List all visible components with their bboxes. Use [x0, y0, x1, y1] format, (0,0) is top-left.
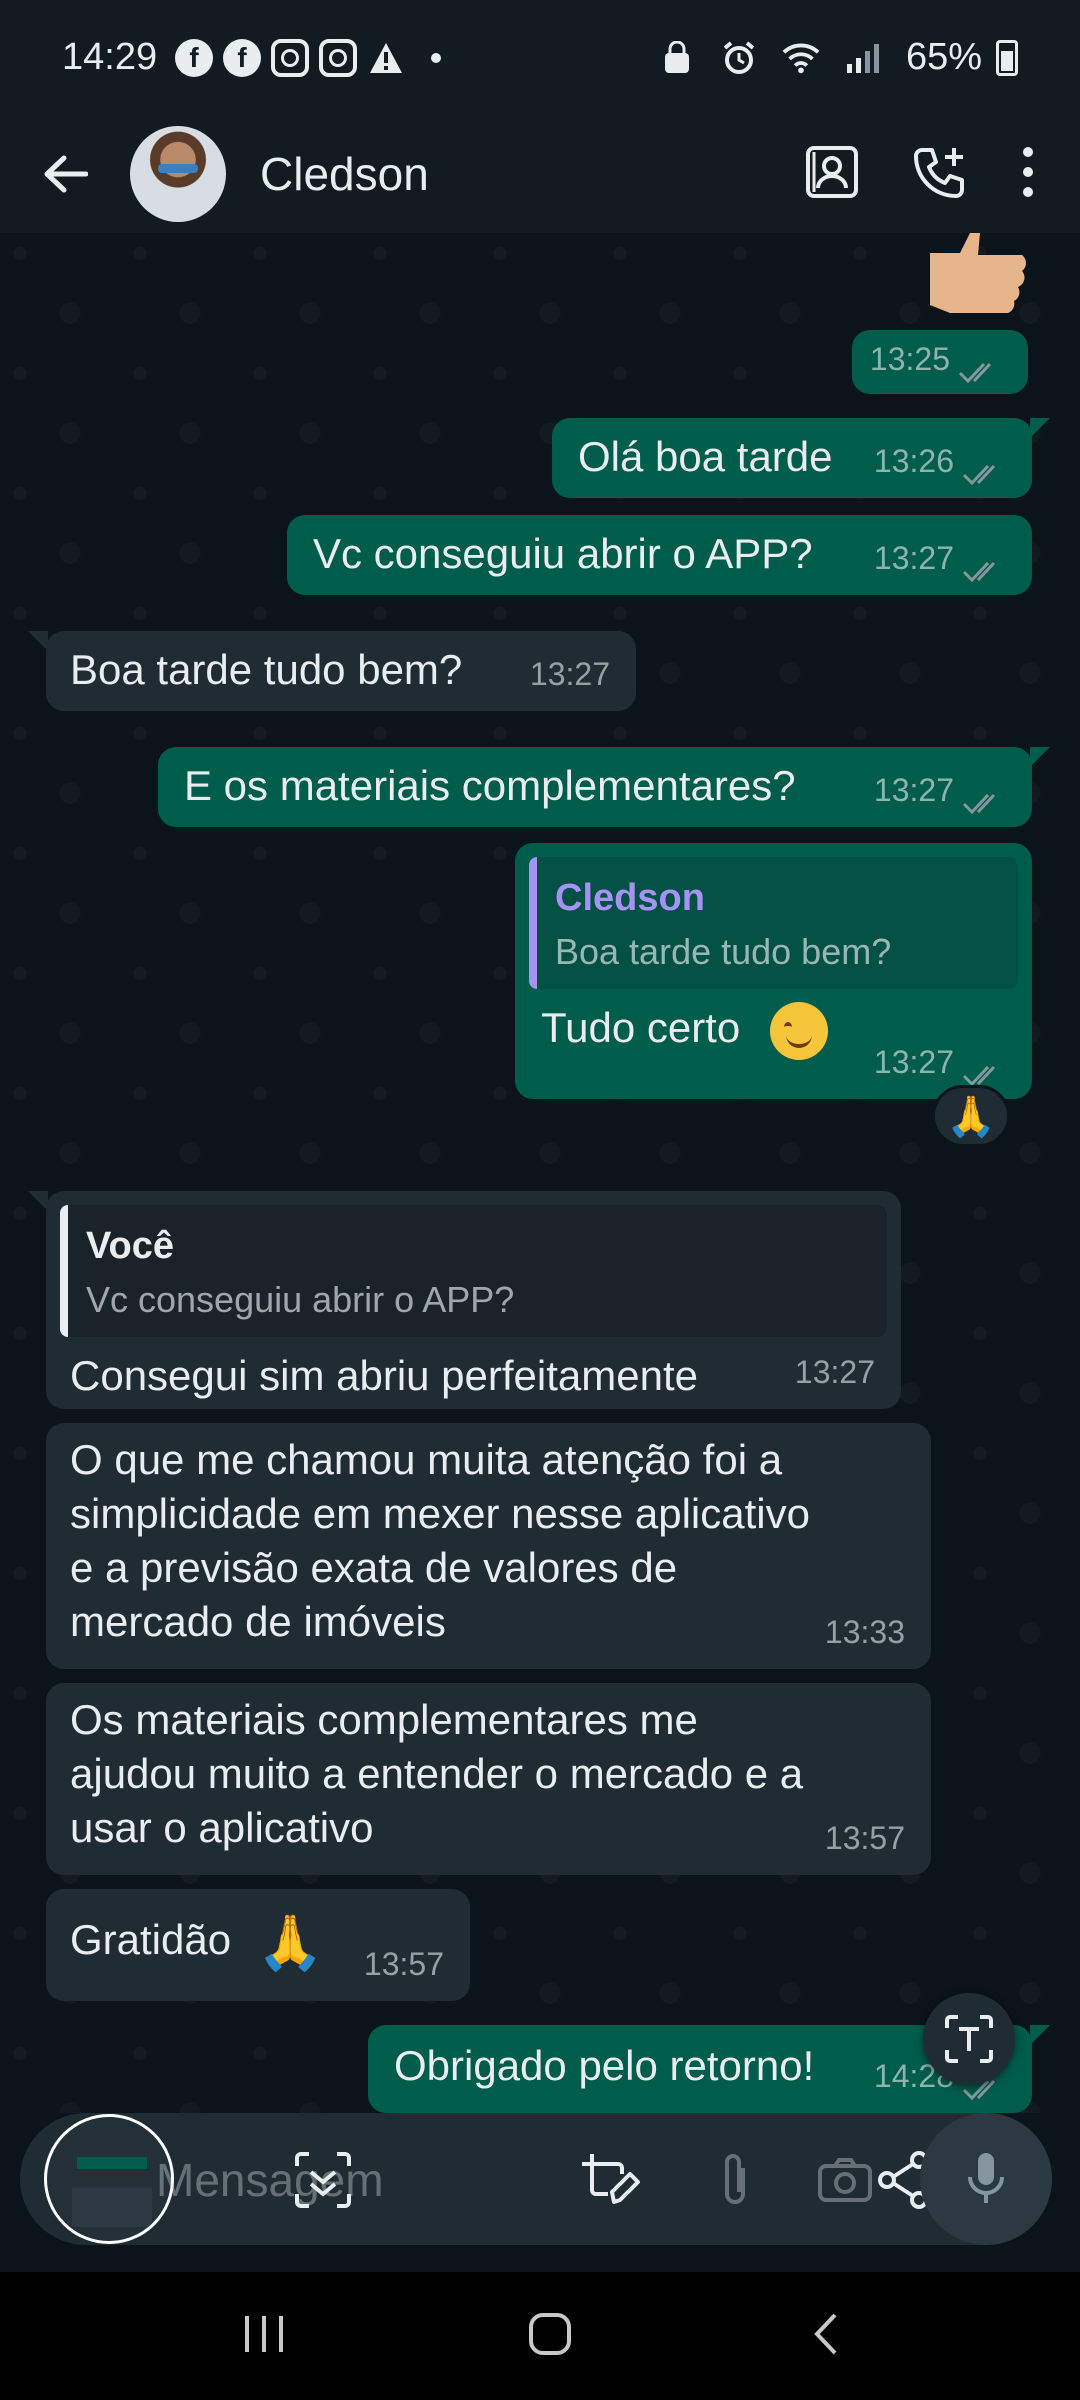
message-time: 13:33 — [824, 1614, 905, 1650]
alarm-lock-icon — [658, 39, 696, 77]
message-line: ajudou muito a entender o mercado e a — [70, 1750, 804, 1797]
reaction-emoji: 🙏 — [946, 1094, 996, 1139]
double-check-icon — [962, 1050, 1006, 1087]
recent-apps-icon[interactable] — [239, 2312, 289, 2361]
instagram-icon — [271, 38, 310, 77]
message-bubble-outgoing[interactable]: 13:25 — [852, 330, 1028, 394]
warning-icon — [367, 39, 405, 77]
back-arrow-icon[interactable] — [30, 139, 100, 209]
double-check-icon — [962, 778, 1006, 815]
alarm-icon — [720, 39, 758, 77]
video-call-icon[interactable] — [804, 144, 860, 205]
quote-author: Cledson — [555, 877, 705, 919]
quoted-message[interactable]: Você Vc conseguiu abrir o APP? — [60, 1205, 887, 1337]
message-text: Obrigado pelo retorno! — [394, 2042, 815, 2089]
system-navigation-bar — [0, 2272, 1080, 2400]
message-line: O que me chamou muita atenção foi a — [70, 1436, 783, 1483]
battery-percentage: 65% — [905, 36, 982, 78]
message-time: 13:57 — [824, 1820, 905, 1856]
add-call-icon[interactable] — [912, 144, 968, 205]
status-bar: 14:29 f f 65% — [0, 0, 1080, 115]
message-line: Os materiais complementares me — [70, 1696, 698, 1743]
wifi-icon — [782, 39, 820, 77]
contact-name[interactable]: Cledson — [260, 147, 429, 201]
message-bubble-incoming[interactable]: Boa tarde tudo bem? 13:27 — [28, 631, 636, 711]
smiling-face-emoji — [769, 1001, 828, 1060]
message-time: 13:26 — [873, 443, 954, 479]
message-text: Gratidão — [70, 1916, 232, 1963]
screenshot-thumbnail[interactable] — [44, 2114, 174, 2244]
message-line: mercado de imóveis — [70, 1598, 446, 1645]
battery-icon — [996, 39, 1018, 76]
mic-button[interactable] — [920, 2113, 1052, 2245]
message-text: Olá boa tarde — [578, 433, 833, 480]
message-bubble-incoming[interactable]: Os materiais complementares me ajudou mu… — [46, 1683, 931, 1875]
double-check-icon — [958, 347, 1002, 384]
dot-icon — [431, 52, 442, 63]
message-time: 13:27 — [873, 772, 954, 808]
quote-text: Vc conseguiu abrir o APP? — [86, 1279, 515, 1320]
message-time: 13:27 — [529, 656, 610, 692]
message-text: E os materiais complementares? — [184, 762, 796, 809]
message-time: 13:27 — [873, 1044, 954, 1080]
message-line: e a previsão exata de valores de — [70, 1544, 678, 1591]
attach-icon[interactable] — [700, 2145, 770, 2215]
quoted-message[interactable]: Cledson Boa tarde tudo bem? — [529, 857, 1018, 989]
message-time: 13:27 — [873, 540, 954, 576]
double-check-icon — [962, 449, 1006, 486]
message-text: Consegui sim abriu perfeitamente — [70, 1352, 698, 1399]
status-right: 65% — [658, 36, 1018, 79]
message-text: Vc conseguiu abrir o APP? — [313, 530, 813, 577]
contact-avatar[interactable] — [130, 126, 226, 222]
message-bubble-outgoing[interactable]: Vc conseguiu abrir o APP? 13:27 — [287, 515, 1032, 595]
chat-header: Cledson — [0, 115, 1080, 233]
message-time: 13:27 — [794, 1354, 875, 1390]
home-icon[interactable] — [527, 2311, 573, 2362]
message-bubble-incoming[interactable]: Gratidão 🙏 13:57 — [46, 1889, 470, 2001]
facebook-icon: f — [223, 38, 262, 77]
message-text: Boa tarde tudo bem? — [70, 646, 463, 693]
quote-text: Boa tarde tudo bem? — [555, 931, 892, 972]
message-bubble-outgoing-reply[interactable]: Cledson Boa tarde tudo bem? Tudo certo 1… — [515, 843, 1032, 1099]
message-reaction[interactable]: 🙏 — [932, 1085, 1010, 1147]
extract-text-button[interactable] — [923, 1993, 1015, 2085]
folded-hands-emoji: 🙏 — [256, 1912, 325, 1973]
message-line: usar o aplicativo — [70, 1804, 374, 1851]
message-text: Tudo certo — [541, 1004, 741, 1051]
screenshot-toolbar: Mensagem — [20, 2113, 1052, 2245]
status-time: 14:29 — [62, 36, 158, 78]
signal-icon — [844, 39, 882, 77]
quote-author: Você — [86, 1225, 175, 1267]
message-time: 13:25 — [869, 341, 950, 377]
facebook-icon: f — [175, 38, 214, 77]
header-actions — [804, 144, 1050, 205]
instagram-icon — [319, 38, 358, 77]
message-line: simplicidade em mexer nesse aplicativo — [70, 1490, 810, 1537]
thumbs-up-sticker[interactable] — [920, 233, 1030, 313]
double-check-icon — [962, 546, 1006, 583]
message-time: 13:57 — [363, 1946, 444, 1982]
more-icon[interactable] — [1020, 144, 1036, 205]
message-bubble-incoming[interactable]: O que me chamou muita atenção foi a simp… — [46, 1423, 931, 1669]
message-bubble-outgoing[interactable]: Olá boa tarde 13:26 — [552, 418, 1050, 498]
message-bubble-incoming-reply[interactable]: Você Vc conseguiu abrir o APP? Consegui … — [28, 1191, 901, 1409]
chat-messages[interactable]: 13:25 Olá boa tarde 13:26 Vc conseguiu a… — [0, 233, 1080, 2113]
scroll-capture-icon[interactable] — [288, 2145, 358, 2215]
back-icon[interactable] — [811, 2311, 841, 2362]
edit-screenshot-icon[interactable] — [575, 2145, 645, 2215]
message-bubble-outgoing[interactable]: E os materiais complementares? 13:27 — [158, 747, 1050, 827]
